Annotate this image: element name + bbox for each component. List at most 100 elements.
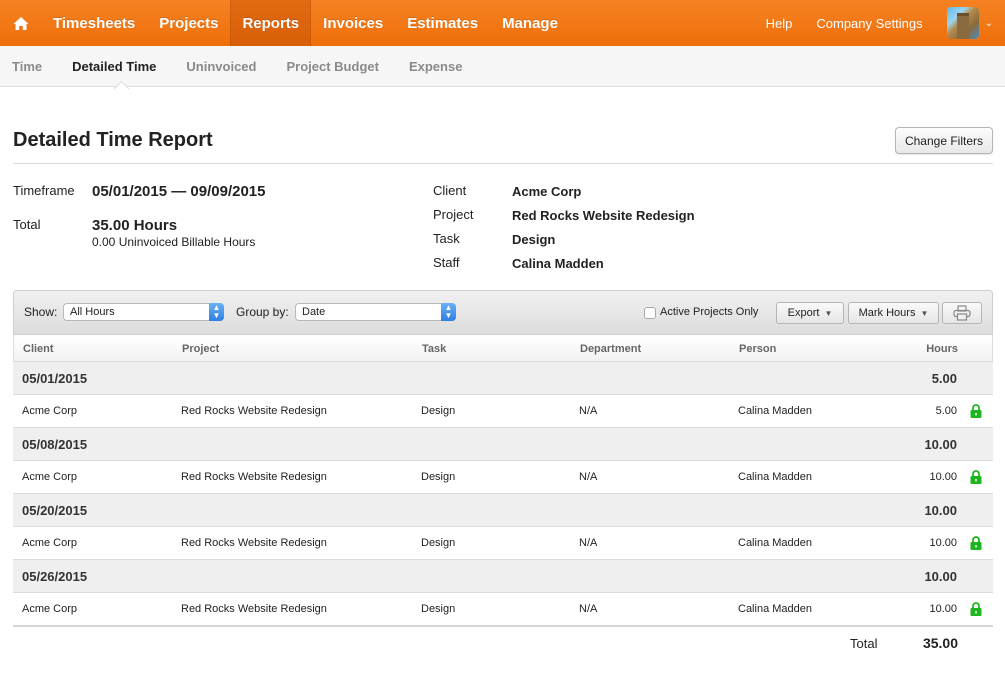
active-projects-only-checkbox[interactable] [644,307,656,319]
cell-person: Calina Madden [738,405,812,417]
group-by-select[interactable]: Date ▲ ▼ [295,303,456,321]
cell-hours: 10.00 [929,471,957,483]
timeframe-label: Timeframe [13,183,75,198]
subnav-uninvoiced[interactable]: Uninvoiced [186,59,256,74]
group-by-label: Group by: [236,305,289,319]
column-header-project[interactable]: Project [182,343,219,355]
cell-client: Acme Corp [22,603,78,615]
cell-person: Calina Madden [738,603,812,615]
cell-person: Calina Madden [738,471,812,483]
show-label: Show: [24,305,58,319]
select-arrows-icon: ▲ ▼ [441,303,456,321]
printer-icon [953,305,971,321]
cell-project: Red Rocks Website Redesign [181,537,327,549]
group-date: 05/26/2015 [22,569,88,584]
client-filter-value: Acme Corp [512,184,582,199]
reports-subnav: Time Detailed Time Uninvoiced Project Bu… [0,46,1005,87]
cell-task: Design [421,603,456,615]
nav-invoices[interactable]: Invoices [311,0,395,46]
table-row[interactable]: Acme Corp Red Rocks Website Redesign Desig… [13,593,993,626]
top-navigation: Timesheets Projects Reports Invoices Est… [0,0,1005,46]
home-button[interactable] [0,0,41,46]
column-header-hours[interactable]: Hours [878,343,958,355]
subnav-project-budget[interactable]: Project Budget [286,59,378,74]
user-avatar[interactable] [946,7,979,39]
cell-task: Design [421,471,456,483]
table-row[interactable]: Acme Corp Red Rocks Website Redesign Desig… [13,461,993,494]
cell-client: Acme Corp [22,405,78,417]
nav-estimates[interactable]: Estimates [395,0,490,46]
cell-task: Design [421,405,456,417]
mark-hours-button[interactable]: Mark Hours ▼ [848,302,939,324]
lock-icon[interactable] [970,536,982,550]
project-filter-label: Project [433,207,474,222]
group-row: 05/26/2015 10.00 [13,560,993,593]
print-button[interactable] [942,302,982,324]
subnav-time[interactable]: Time [12,59,42,74]
subnav-expense[interactable]: Expense [409,59,462,74]
nav-reports[interactable]: Reports [230,0,312,46]
divider [13,163,993,164]
caret-down-icon: ▼ [920,308,929,318]
group-date: 05/01/2015 [22,371,88,386]
chevron-down-icon[interactable]: ⌄ [985,18,993,29]
lock-icon[interactable] [970,470,982,484]
nav-projects[interactable]: Projects [147,0,230,46]
task-filter-value: Design [512,232,556,247]
staff-filter-value: Calina Madden [512,256,604,271]
cell-hours: 10.00 [929,603,957,615]
top-nav-right: Help Company Settings ⌄ [742,0,1005,46]
grand-total-label: Total [850,636,878,651]
task-filter-label: Task [433,231,460,246]
grand-total-value: 35.00 [922,635,958,651]
select-arrows-icon: ▲ ▼ [209,303,224,321]
lock-icon[interactable] [970,404,982,418]
export-label: Export [787,307,820,319]
export-button[interactable]: Export ▼ [776,302,844,324]
cell-project: Red Rocks Website Redesign [181,603,327,615]
report-toolbar: Show: All Hours ▲ ▼ Group by: Date ▲ ▼ Act… [13,290,993,334]
group-hours: 5.00 [931,371,957,386]
project-filter-value: Red Rocks Website Redesign [512,208,695,223]
cell-department: N/A [579,537,598,549]
subnav-detailed-time[interactable]: Detailed Time [72,59,156,74]
cell-department: N/A [579,405,598,417]
group-by-select-value: Date [302,306,326,318]
change-filters-button[interactable]: Change Filters [895,127,993,154]
cell-department: N/A [579,471,598,483]
column-header-client[interactable]: Client [23,343,54,355]
cell-department: N/A [579,603,598,615]
group-date: 05/20/2015 [22,503,88,518]
table-header: Client Project Task Department Person Ho… [13,334,993,362]
mark-hours-label: Mark Hours [858,307,916,319]
group-row: 05/08/2015 10.00 [13,428,993,461]
caret-down-icon: ▼ [824,308,833,318]
table-row[interactable]: Acme Corp Red Rocks Website Redesign Desig… [13,527,993,560]
help-link[interactable]: Help [766,16,793,31]
group-hours: 10.00 [924,503,957,518]
column-header-task[interactable]: Task [422,343,446,355]
client-filter-label: Client [433,183,467,198]
cell-client: Acme Corp [22,471,78,483]
group-row: 05/20/2015 10.00 [13,494,993,527]
column-header-person[interactable]: Person [739,343,776,355]
cell-hours: 5.00 [935,405,957,417]
table-bottom-border [13,625,993,627]
home-icon [13,16,28,30]
group-hours: 10.00 [924,569,957,584]
lock-icon[interactable] [970,602,982,616]
nav-manage[interactable]: Manage [490,0,570,46]
cell-client: Acme Corp [22,537,78,549]
nav-timesheets[interactable]: Timesheets [41,0,147,46]
uninvoiced-billable-hours: 0.00 Uninvoiced Billable Hours [92,235,256,249]
group-hours: 10.00 [924,437,957,452]
cell-hours: 10.00 [929,537,957,549]
total-hours-value: 35.00 Hours [92,217,178,234]
show-select[interactable]: All Hours ▲ ▼ [63,303,224,321]
column-header-department[interactable]: Department [580,343,641,355]
active-projects-only-label[interactable]: Active Projects Only [660,306,758,318]
table-row[interactable]: Acme Corp Red Rocks Website Redesign Desig… [13,395,993,428]
timeframe-value: 05/01/2015 — 09/09/2015 [92,183,266,200]
staff-filter-label: Staff [433,255,460,270]
company-settings-link[interactable]: Company Settings [816,16,922,31]
